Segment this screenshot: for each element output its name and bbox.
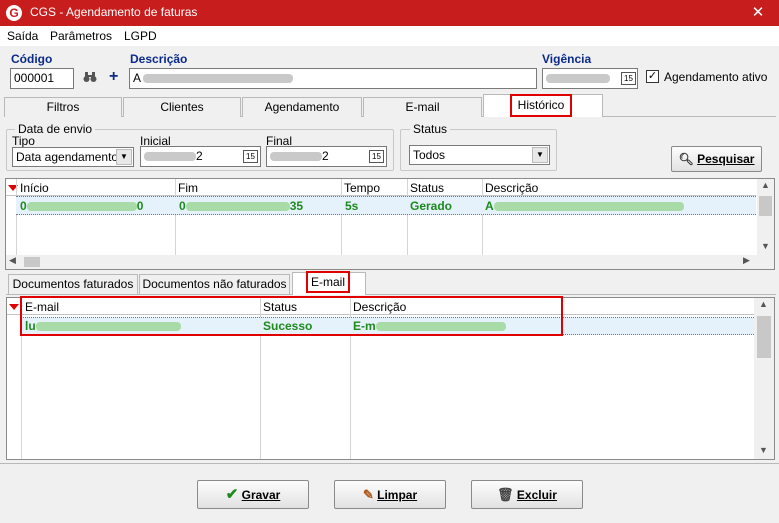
codigo-field[interactable]: 000001 bbox=[10, 68, 74, 89]
gravar-button-label: Gravar bbox=[241, 488, 281, 502]
vigencia-field[interactable]: 15 bbox=[542, 68, 638, 89]
scroll-up-icon[interactable]: ▲ bbox=[755, 299, 772, 309]
history-grid-header: Início Fim Tempo Status Descrição bbox=[6, 179, 756, 196]
pesquisar-button[interactable]: 🔍︎ Pesquisar bbox=[671, 146, 762, 172]
title-bar: G CGS - Agendamento de faturas ✕ bbox=[0, 0, 779, 26]
subtab-email-highlight[interactable]: E-mail bbox=[306, 271, 350, 293]
calendar-icon[interactable]: 15 bbox=[243, 150, 258, 163]
status-select[interactable]: Todos ▼ bbox=[409, 145, 550, 165]
window-title: CGS - Agendamento de faturas bbox=[30, 5, 198, 19]
col-status[interactable]: Status bbox=[410, 181, 444, 195]
trash-icon: 🗑︎ bbox=[497, 487, 514, 502]
calendar-icon[interactable]: 15 bbox=[621, 72, 636, 85]
tab-historico-highlight[interactable]: Histórico bbox=[510, 94, 572, 117]
history-grid[interactable]: Início Fim Tempo Status Descrição 00 0 35… bbox=[5, 178, 775, 270]
binoculars-icon[interactable] bbox=[83, 71, 97, 86]
sort-indicator-icon bbox=[9, 304, 19, 310]
tab-agendamento[interactable]: Agendamento bbox=[242, 97, 362, 117]
menu-item-saida[interactable]: Saída bbox=[7, 29, 38, 43]
calendar-icon[interactable]: 15 bbox=[369, 150, 384, 163]
history-vertical-scrollbar[interactable]: ▲ ▼ bbox=[757, 179, 774, 255]
inicial-date-suffix: 2 bbox=[196, 149, 203, 163]
menu-item-parametros[interactable]: Parâmetros bbox=[50, 29, 112, 43]
col-inicio[interactable]: Início bbox=[20, 181, 49, 195]
gravar-button[interactable]: ✔ Gravar bbox=[197, 480, 309, 509]
cell-descricao: A bbox=[485, 199, 684, 213]
scroll-down-icon[interactable]: ▼ bbox=[755, 445, 772, 455]
col-tempo[interactable]: Tempo bbox=[344, 181, 380, 195]
email-row-highlight bbox=[20, 296, 563, 336]
tab-filtros[interactable]: Filtros bbox=[4, 97, 122, 117]
grid-divider bbox=[175, 179, 176, 255]
cell-tempo: 5s bbox=[345, 199, 359, 213]
broom-icon: ✎ bbox=[362, 487, 374, 502]
menu-item-lgpd[interactable]: LGPD bbox=[124, 29, 157, 43]
scroll-up-icon[interactable]: ▲ bbox=[757, 180, 774, 190]
chevron-down-icon[interactable]: ▼ bbox=[532, 147, 548, 163]
chevron-down-icon[interactable]: ▼ bbox=[116, 149, 132, 165]
agendamento-ativo-label: Agendamento ativo bbox=[664, 70, 768, 84]
limpar-button-label: Limpar bbox=[377, 488, 418, 502]
status-group-title: Status bbox=[410, 122, 451, 136]
final-date-suffix: 2 bbox=[322, 149, 329, 163]
grid-divider bbox=[407, 179, 408, 255]
redacted-text bbox=[144, 152, 196, 162]
pesquisar-button-label: Pesquisar bbox=[697, 152, 755, 166]
final-date-field[interactable]: 2 15 bbox=[266, 146, 387, 167]
cell-status: Gerado bbox=[410, 199, 453, 213]
descricao-label: Descrição bbox=[130, 52, 188, 66]
grid-divider bbox=[341, 179, 342, 255]
table-row[interactable]: 00 0 35 5s Gerado A bbox=[16, 196, 756, 215]
tipo-select[interactable]: Data agendamento ▼ bbox=[12, 147, 134, 167]
subtab-documentos-nao-faturados[interactable]: Documentos não faturados bbox=[139, 274, 290, 294]
excluir-button[interactable]: 🗑︎ Excluir bbox=[471, 480, 583, 509]
bottom-divider bbox=[0, 463, 779, 464]
descricao-value-prefix: A bbox=[133, 71, 142, 85]
search-icon: 🔍︎ bbox=[678, 152, 694, 166]
grid-divider bbox=[16, 179, 17, 255]
grid-divider bbox=[482, 179, 483, 255]
tipo-select-value: Data agendamento bbox=[16, 150, 119, 164]
cell-fim: 0 35 bbox=[179, 199, 304, 213]
history-horizontal-scrollbar[interactable]: ◀ ▶ bbox=[6, 255, 774, 269]
scroll-thumb[interactable] bbox=[757, 316, 771, 358]
descricao-field[interactable]: A bbox=[129, 68, 537, 89]
tab-clientes[interactable]: Clientes bbox=[123, 97, 241, 117]
excluir-button-label: Excluir bbox=[516, 488, 557, 502]
cell-inicio: 00 bbox=[20, 199, 144, 213]
inicial-date-field[interactable]: 2 15 bbox=[140, 146, 261, 167]
subtab-strip-line bbox=[6, 294, 776, 295]
vigencia-label: Vigência bbox=[542, 52, 592, 66]
col-descricao[interactable]: Descrição bbox=[485, 181, 538, 195]
tipo-label: Tipo bbox=[12, 134, 35, 148]
col-fim[interactable]: Fim bbox=[178, 181, 198, 195]
redacted-text bbox=[270, 152, 322, 162]
scroll-down-icon[interactable]: ▼ bbox=[757, 241, 774, 251]
redacted-text bbox=[143, 74, 294, 84]
scroll-right-icon[interactable]: ▶ bbox=[743, 255, 750, 266]
tab-email[interactable]: E-mail bbox=[363, 97, 482, 117]
subtab-documentos-faturados[interactable]: Documentos faturados bbox=[8, 274, 138, 294]
add-icon[interactable]: + bbox=[109, 68, 118, 86]
status-select-value: Todos bbox=[413, 148, 446, 162]
close-icon[interactable]: ✕ bbox=[743, 1, 773, 25]
app-logo-icon: G bbox=[6, 5, 22, 21]
scroll-left-icon[interactable]: ◀ bbox=[9, 255, 16, 266]
scroll-thumb[interactable] bbox=[759, 196, 772, 216]
email-vertical-scrollbar[interactable]: ▲ ▼ bbox=[754, 298, 774, 459]
menu-bar: Saída Parâmetros LGPD bbox=[0, 26, 779, 46]
check-icon: ✔ bbox=[225, 486, 239, 503]
agendamento-ativo-checkbox[interactable]: ✓ bbox=[646, 70, 659, 83]
codigo-label: Código bbox=[11, 52, 53, 66]
scroll-thumb[interactable] bbox=[24, 257, 40, 267]
limpar-button[interactable]: ✎ Limpar bbox=[334, 480, 446, 509]
redacted-text bbox=[546, 74, 610, 84]
